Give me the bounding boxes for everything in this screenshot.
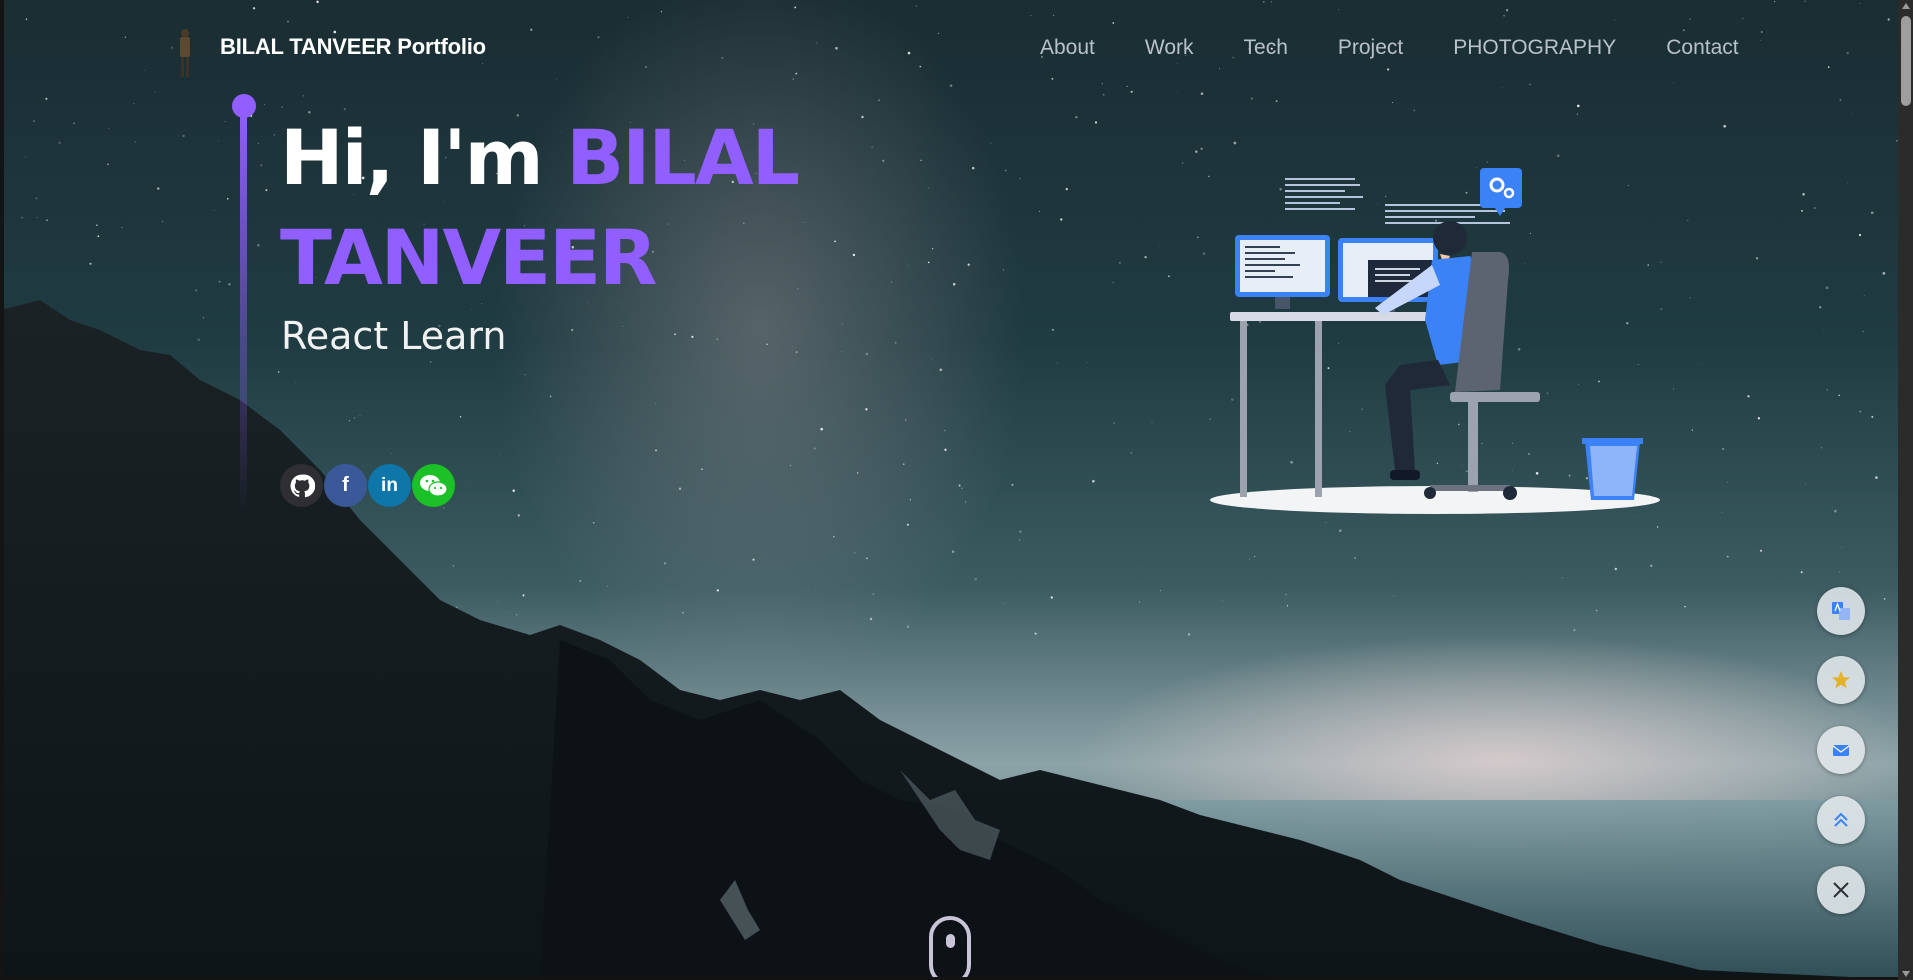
nav-link-photography[interactable]: PHOTOGRAPHY [1453,36,1616,60]
nav-link-contact[interactable]: Contact [1666,36,1738,60]
mail-button[interactable] [1817,726,1865,774]
star-icon [1832,671,1850,689]
wechat-link[interactable] [412,464,455,507]
scroll-to-top-icon [1834,812,1848,827]
scroll-indicator-dot [946,934,955,948]
timeline-line [240,112,247,512]
facebook-link[interactable]: f [324,464,367,507]
hero-greeting: Hi, I'm [280,113,567,202]
scroll-up-arrow-icon[interactable] [1902,3,1910,9]
scroll-down-arrow-icon[interactable] [1902,971,1910,977]
translate-button[interactable] [1817,587,1865,635]
linkedin-icon: in [381,474,398,496]
nav-link-tech[interactable]: Tech [1244,36,1288,60]
close-icon [1833,882,1849,898]
scroll-to-top-button[interactable] [1817,796,1865,844]
code-lines [1285,178,1510,224]
translate-icon [1832,602,1850,620]
nav-link-about[interactable]: About [1040,36,1095,60]
nav-link-project[interactable]: Project [1338,36,1403,60]
github-link[interactable] [280,464,323,507]
facebook-icon: f [342,474,349,496]
developer-desk-illustration [1210,168,1660,514]
window-left-edge [0,0,4,980]
hero-subtitle: React Learn [281,314,507,358]
github-icon [290,474,315,497]
favorite-button[interactable] [1817,656,1865,704]
social-links: f in [280,464,456,507]
logo-figure-icon[interactable] [173,26,197,80]
navbar: BILAL TANVEER Portfolio About Work Tech … [0,0,1913,96]
scrollbar[interactable] [1898,0,1913,980]
linkedin-link[interactable]: in [368,464,411,507]
brand-title[interactable]: BILAL TANVEER Portfolio [220,34,486,60]
nav-link-work[interactable]: Work [1145,36,1194,60]
hero-title: Hi, I'm BILAL TANVEER [280,108,840,308]
wechat-icon [419,474,448,497]
close-button[interactable] [1817,866,1865,914]
scroll-indicator[interactable] [929,916,971,980]
nav-links: About Work Tech Project PHOTOGRAPHY Cont… [1040,36,1789,60]
mail-icon [1832,745,1850,756]
scrollbar-thumb[interactable] [1901,16,1911,106]
